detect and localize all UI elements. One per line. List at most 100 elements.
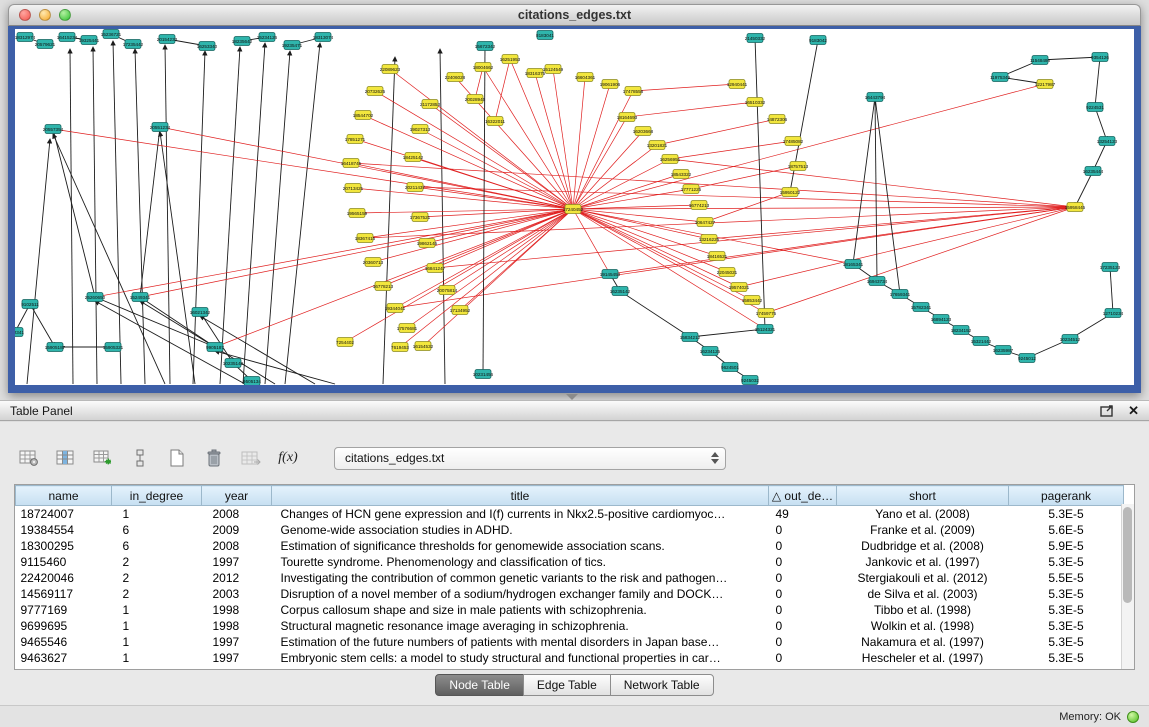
column-header-short[interactable]: short	[837, 486, 1009, 506]
network-edge[interactable]	[573, 84, 1045, 209]
window-title: citations_edges.txt	[518, 8, 631, 22]
network-edge[interactable]	[435, 207, 1075, 268]
network-edge[interactable]	[383, 209, 573, 286]
network-edge[interactable]	[243, 43, 265, 384]
network-edge[interactable]	[95, 209, 573, 297]
network-edge[interactable]	[691, 166, 798, 189]
table-row[interactable]: 1456911722003Disruption of a novel membe…	[16, 586, 1124, 602]
network-edge[interactable]	[670, 141, 793, 159]
network-edge[interactable]	[265, 51, 290, 384]
network-edge[interactable]	[435, 209, 573, 268]
network-edge[interactable]	[627, 102, 755, 117]
column-header-in_degree[interactable]: in_degree	[112, 486, 202, 506]
network-edge[interactable]	[140, 209, 573, 297]
network-edge[interactable]	[535, 73, 573, 209]
window-titlebar[interactable]: citations_edges.txt	[8, 4, 1141, 26]
network-edge[interactable]	[345, 209, 573, 342]
network-edge[interactable]	[140, 297, 215, 347]
network-edge[interactable]	[633, 84, 737, 91]
network-node-label: 15853442	[742, 298, 763, 303]
table-row[interactable]: 1938455462009Genome-wide association stu…	[16, 522, 1124, 538]
network-edge[interactable]	[1095, 107, 1107, 141]
network-edge[interactable]	[755, 38, 765, 329]
table-row[interactable]: 1830029562008Estimation of significance …	[16, 538, 1124, 554]
tab-network-table[interactable]: Network Table	[610, 674, 714, 696]
network-edge[interactable]	[670, 159, 1075, 207]
network-edge[interactable]	[1110, 267, 1113, 313]
network-edge[interactable]	[93, 47, 97, 384]
function-builder-icon[interactable]: f(x)	[275, 446, 301, 470]
network-edge[interactable]	[215, 209, 573, 347]
network-edge[interactable]	[553, 69, 573, 209]
tab-edge-table[interactable]: Edge Table	[523, 674, 611, 696]
network-edge[interactable]	[165, 45, 170, 384]
network-node-label: 17134952	[450, 308, 471, 313]
column-batch-icon[interactable]	[127, 446, 153, 470]
network-edge[interactable]	[351, 163, 1075, 207]
network-edge[interactable]	[657, 119, 777, 145]
import-table-icon[interactable]	[238, 446, 264, 470]
network-edge[interactable]	[383, 57, 395, 384]
delete-table-icon[interactable]	[201, 446, 227, 470]
column-header-name[interactable]: name	[16, 486, 112, 506]
close-window-button[interactable]	[19, 9, 31, 21]
new-table-icon[interactable]	[164, 446, 190, 470]
network-edge[interactable]	[70, 49, 73, 384]
network-selector[interactable]: citations_edges.txt	[334, 447, 726, 470]
network-edge[interactable]	[620, 291, 690, 337]
network-edge[interactable]	[140, 127, 160, 297]
network-edge[interactable]	[766, 207, 1075, 313]
minimize-window-button[interactable]	[39, 9, 51, 21]
network-edge[interactable]	[1095, 57, 1100, 107]
network-edge[interactable]	[483, 67, 573, 209]
network-canvas[interactable]: 1724045215958445220896232073262518544702…	[15, 29, 1134, 385]
network-edge[interactable]	[573, 174, 681, 209]
network-edge[interactable]	[1075, 171, 1093, 207]
close-panel-icon[interactable]: ✕	[1128, 403, 1139, 419]
network-edge[interactable]	[135, 49, 145, 384]
table-row[interactable]: 2242004622012Investigating the contribut…	[16, 570, 1124, 586]
network-edge[interactable]	[875, 97, 900, 294]
zoom-window-button[interactable]	[59, 9, 71, 21]
network-edge[interactable]	[440, 49, 445, 384]
column-header-year[interactable]: year	[202, 486, 272, 506]
table-row[interactable]: 1872400712008Changes of HCN gene express…	[16, 506, 1124, 523]
network-edge[interactable]	[690, 329, 765, 337]
new-column-icon[interactable]	[90, 446, 116, 470]
table-row[interactable]: 977716911998Corpus callosum shape and si…	[16, 602, 1124, 618]
network-edge[interactable]	[853, 97, 875, 264]
show-columns-icon[interactable]	[53, 446, 79, 470]
float-panel-icon[interactable]	[1100, 405, 1114, 417]
traffic-lights	[19, 9, 71, 21]
network-edge[interactable]	[200, 312, 233, 363]
tab-node-table[interactable]: Node Table	[435, 674, 524, 696]
table-row[interactable]: 969969511998Structural magnetic resonanc…	[16, 618, 1124, 634]
network-edge[interactable]	[285, 43, 320, 384]
table-row[interactable]: 946362711997Embryonic stem cells: a mode…	[16, 650, 1124, 666]
table-row[interactable]: 946554611997Estimation of the future num…	[16, 634, 1124, 650]
network-edge[interactable]	[53, 129, 573, 209]
network-node-label: 18164693	[617, 115, 638, 120]
network-edge[interactable]	[875, 97, 877, 281]
table-cell: Franke et al. (2009)	[837, 522, 1009, 538]
table-scrollbar-thumb[interactable]	[1123, 507, 1132, 603]
column-header-out_de[interactable]: △ out_de…	[769, 486, 837, 506]
table-cell: Hescheler et al. (1997)	[837, 650, 1009, 666]
column-header-title[interactable]: title	[272, 486, 769, 506]
network-edge[interactable]	[447, 209, 573, 290]
network-edge[interactable]	[95, 297, 215, 347]
network-node-label: 18004662	[473, 65, 494, 70]
table-scrollbar[interactable]	[1121, 504, 1134, 669]
network-edge[interactable]	[113, 41, 121, 384]
network-edge[interactable]	[573, 207, 1075, 209]
network-edge[interactable]	[375, 91, 573, 209]
network-edge[interactable]	[510, 59, 573, 209]
network-edge[interactable]	[483, 46, 485, 374]
table-row[interactable]: 911546021997Tourette syndrome. Phenomeno…	[16, 554, 1124, 570]
network-edge[interactable]	[30, 304, 55, 347]
network-node-label: 15234126	[257, 35, 278, 40]
table-mode-icon[interactable]	[16, 446, 42, 470]
column-header-pagerank[interactable]: pagerank	[1009, 486, 1124, 506]
network-node-label: 17367521	[410, 215, 431, 220]
network-edge[interactable]	[739, 207, 1075, 287]
